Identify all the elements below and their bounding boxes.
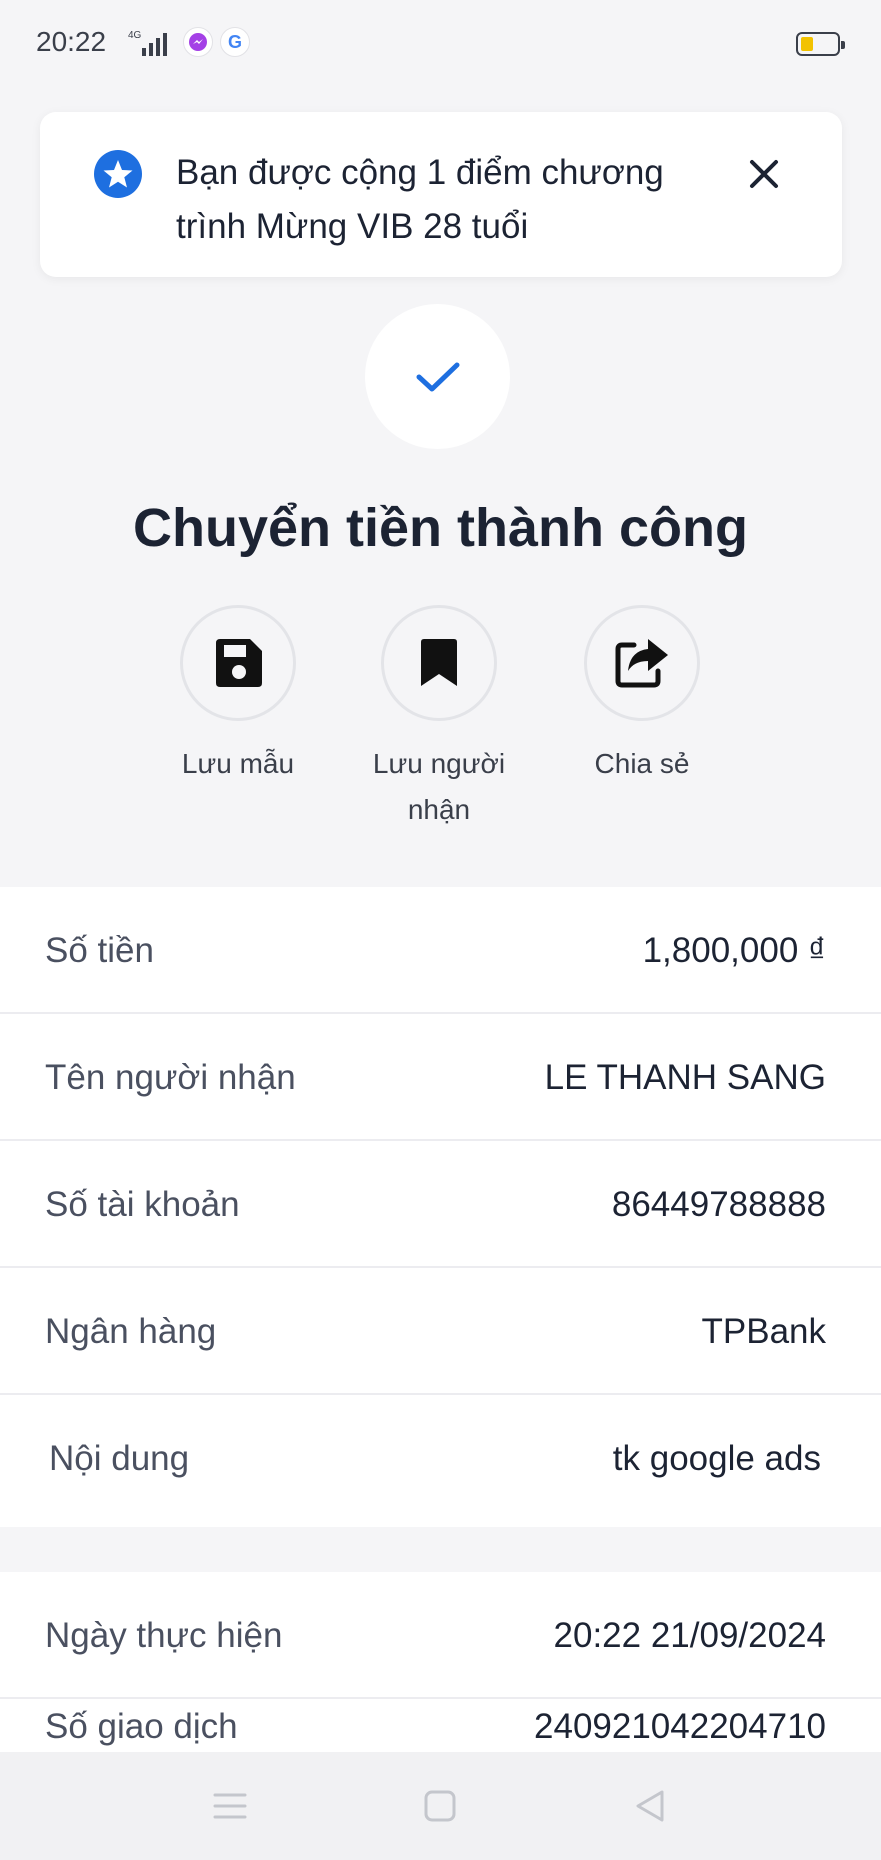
network-label: 4G	[128, 30, 142, 41]
account-value: 86449788888	[611, 1185, 826, 1224]
save-recipient-button[interactable]: Lưu người nhận	[359, 605, 519, 833]
share-button[interactable]: Chia sẻ	[562, 605, 722, 787]
detail-row-bank: Ngân hàng TPBank	[0, 1268, 881, 1395]
detail-row-amount: Số tiền 1,800,000 ₫	[0, 887, 881, 1014]
status-bar: 20:22 4G G	[0, 0, 881, 90]
save-template-circle[interactable]	[180, 605, 296, 721]
save-icon	[216, 639, 262, 687]
battery-icon	[796, 32, 845, 56]
save-recipient-circle[interactable]	[381, 605, 497, 721]
back-icon	[636, 1790, 664, 1822]
detail-row-recipient: Tên người nhận LE THANH SANG	[0, 1014, 881, 1141]
recipient-label: Tên người nhận	[45, 1058, 296, 1097]
bank-label: Ngân hàng	[45, 1312, 217, 1351]
success-check	[365, 304, 510, 449]
save-template-label: Lưu mẫu	[181, 748, 295, 779]
notification-text: Bạn được cộng 1 điểm chương trình Mừng V…	[176, 153, 664, 246]
menu-button[interactable]	[204, 1780, 256, 1832]
google-icon: G	[220, 27, 250, 57]
battery-tip	[841, 41, 845, 49]
detail-row-date: Ngày thực hiện 20:22 21/09/2024	[0, 1572, 881, 1699]
close-icon	[750, 160, 778, 188]
system-navbar	[0, 1752, 881, 1860]
save-recipient-label: Lưu người nhận	[372, 748, 506, 825]
menu-icon	[213, 1793, 247, 1819]
close-button[interactable]	[740, 150, 788, 198]
transaction-id-label: Số giao dịch	[45, 1707, 238, 1746]
account-label: Số tài khoản	[45, 1185, 240, 1224]
detail-row-content: Nội dung tk google ads	[0, 1395, 881, 1527]
share-circle[interactable]	[584, 605, 700, 721]
content-value: tk google ads	[612, 1439, 821, 1478]
signal-4g-icon: 4G	[128, 30, 167, 56]
recipient-value: LE THANH SANG	[544, 1058, 826, 1097]
share-icon	[615, 639, 668, 688]
star-icon	[94, 150, 142, 198]
transfer-details: Số tiền 1,800,000 ₫ Tên người nhận LE TH…	[0, 887, 881, 1527]
transfer-success-screen: 20:22 4G G Bạn được cộng 1 điểm chương t…	[0, 0, 881, 1860]
amount-value: 1,800,000 ₫	[642, 931, 826, 970]
content-label: Nội dung	[49, 1439, 190, 1478]
amount-label: Số tiền	[45, 931, 154, 970]
back-button[interactable]	[624, 1780, 676, 1832]
checkmark-icon	[416, 362, 459, 391]
transaction-id-value: 240921042204710	[534, 1707, 826, 1746]
page-title: Chuyển tiền thành công	[133, 498, 748, 558]
notification-banner: Bạn được cộng 1 điểm chương trình Mừng V…	[40, 112, 842, 277]
date-value: 20:22 21/09/2024	[553, 1616, 826, 1655]
messenger-icon	[183, 27, 213, 57]
date-label: Ngày thực hiện	[45, 1616, 283, 1655]
save-template-button[interactable]: Lưu mẫu	[158, 605, 318, 787]
bookmark-icon	[421, 639, 457, 686]
status-time: 20:22	[36, 26, 107, 57]
battery-level	[801, 37, 813, 51]
home-icon	[424, 1790, 456, 1822]
detail-row-account: Số tài khoản 86449788888	[0, 1141, 881, 1268]
transaction-details: Ngày thực hiện 20:22 21/09/2024 Số giao …	[0, 1572, 881, 1752]
detail-row-transaction-id: Số giao dịch 240921042204710	[0, 1699, 881, 1752]
share-label: Chia sẻ	[594, 748, 690, 779]
home-button[interactable]	[414, 1780, 466, 1832]
bank-value: TPBank	[701, 1312, 827, 1351]
